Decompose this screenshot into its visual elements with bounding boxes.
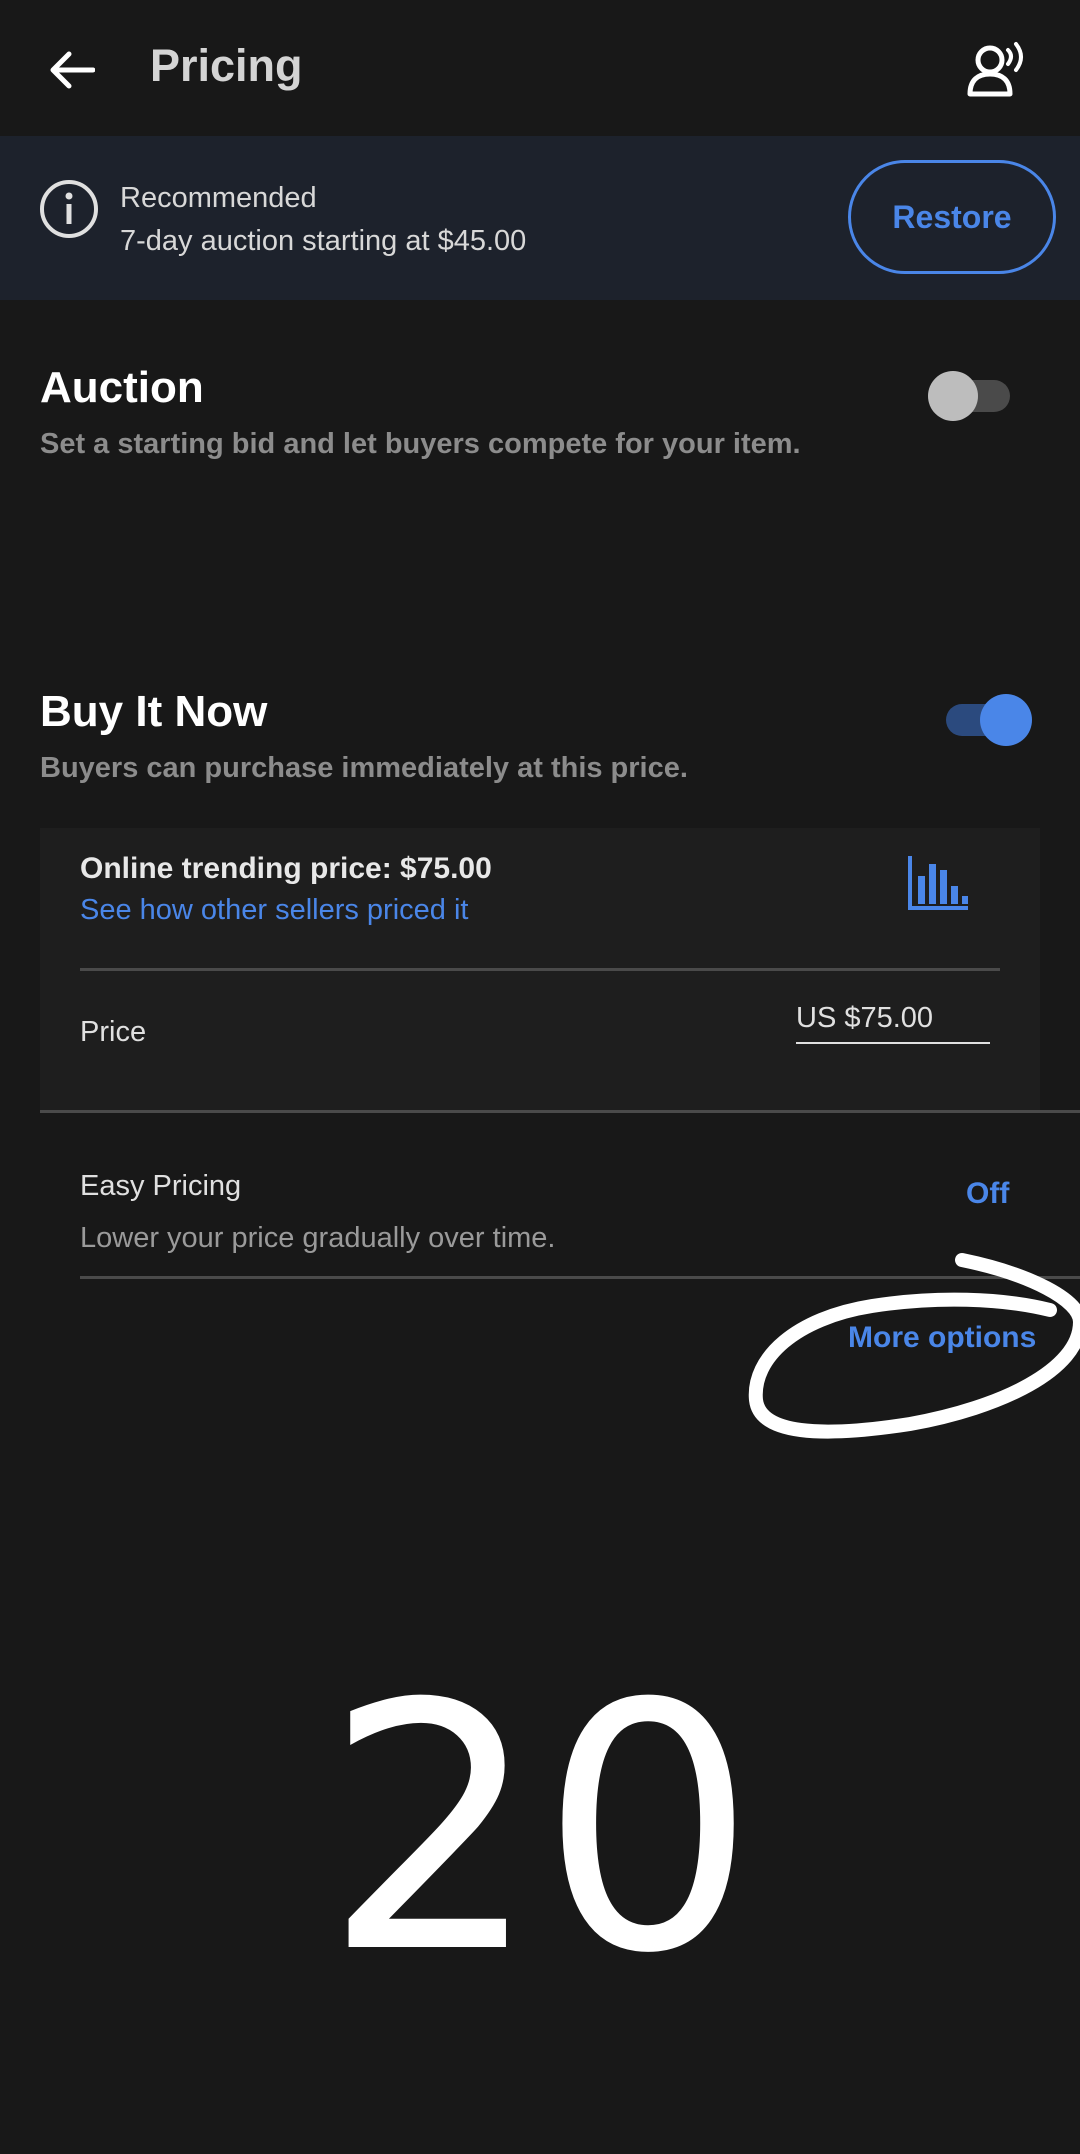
bar-chart-icon[interactable] xyxy=(906,854,970,912)
toggle-thumb xyxy=(928,371,978,421)
trending-price-title: Online trending price: $75.00 xyxy=(80,852,492,885)
easy-pricing-description: Lower your price gradually over time. xyxy=(80,1222,556,1254)
back-button[interactable] xyxy=(40,38,104,102)
buy-it-now-title: Buy It Now xyxy=(40,687,268,736)
easy-pricing-status: Off xyxy=(966,1177,1010,1210)
see-sellers-link[interactable]: See how other sellers priced it xyxy=(80,892,468,928)
buy-it-now-toggle[interactable] xyxy=(944,692,1032,748)
info-icon xyxy=(40,180,98,238)
recommendation-title: Recommended xyxy=(120,182,317,214)
toggle-thumb xyxy=(980,694,1032,746)
annotation-circle xyxy=(748,1253,1080,1439)
easy-pricing-label: Easy Pricing xyxy=(80,1170,242,1202)
divider xyxy=(80,968,1000,971)
auction-title: Auction xyxy=(40,363,204,412)
divider xyxy=(40,1110,1080,1113)
recommendation-subtitle: 7-day auction starting at $45.00 xyxy=(120,225,527,257)
price-label: Price xyxy=(80,1016,147,1048)
buy-it-now-description: Buyers can purchase immediately at this … xyxy=(40,752,688,784)
price-input[interactable]: US $75.00 xyxy=(796,1000,990,1044)
restore-button[interactable]: Restore xyxy=(848,160,1056,274)
arrow-left-icon xyxy=(50,51,95,89)
support-button[interactable] xyxy=(960,36,1032,108)
auction-toggle[interactable] xyxy=(928,368,1012,424)
auction-description: Set a starting bid and let buyers compet… xyxy=(40,428,801,460)
overlay-number: 20 xyxy=(323,1632,757,2028)
voice-support-icon xyxy=(967,42,1023,97)
page-title: Pricing xyxy=(150,40,303,91)
